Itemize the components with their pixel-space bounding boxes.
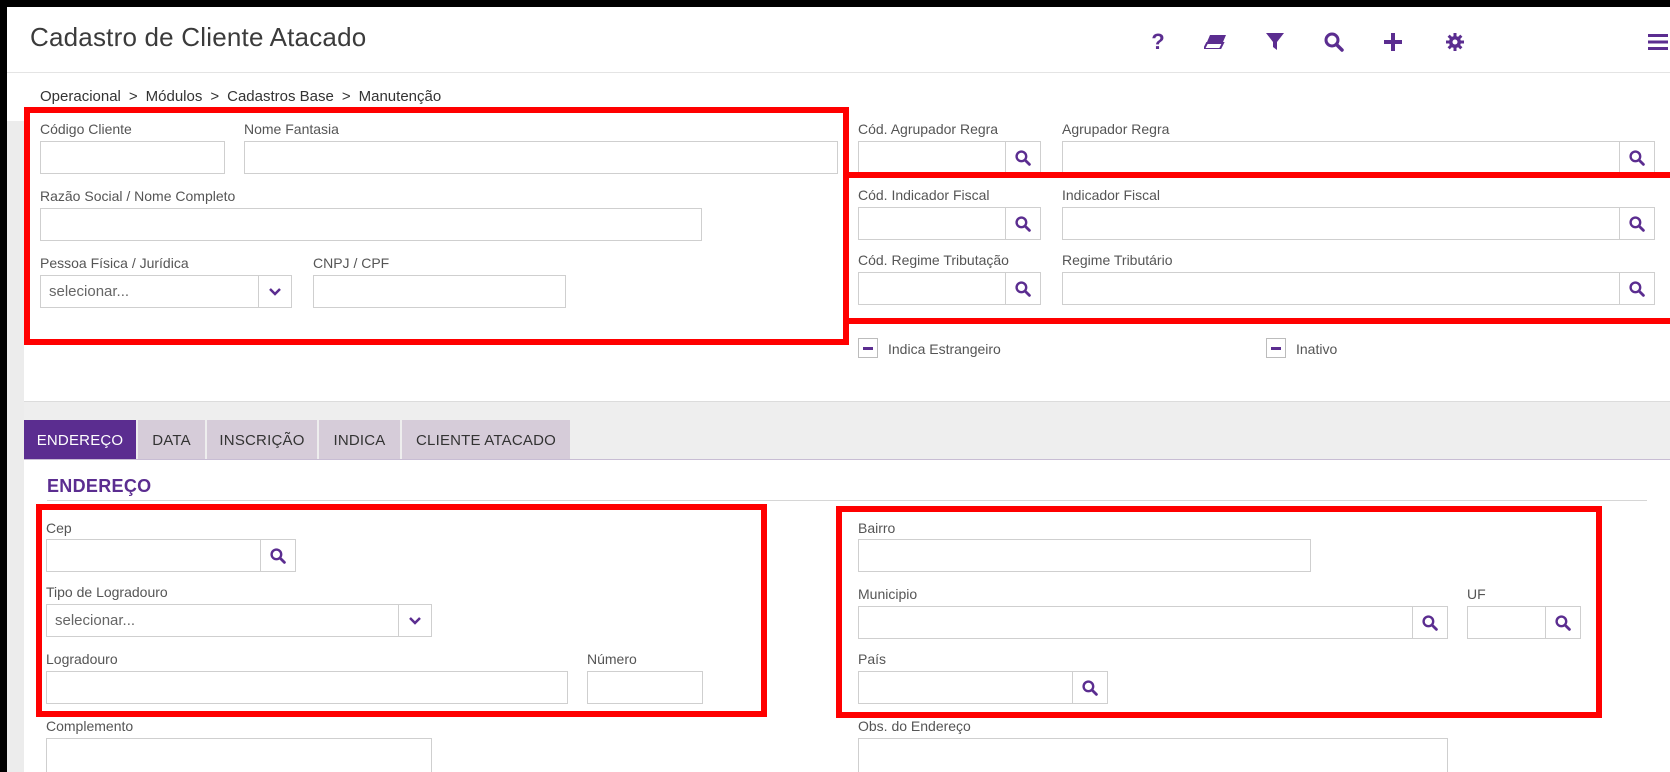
search-icon: [1015, 149, 1031, 166]
tab-indica[interactable]: INDICA: [319, 420, 400, 460]
highlight-line-top: [843, 172, 1670, 178]
cod-indicador-search-button[interactable]: [1005, 207, 1041, 240]
regime-search-button[interactable]: [1619, 272, 1655, 305]
highlight-box-cliente: [24, 107, 849, 345]
eraser-icon[interactable]: [1199, 26, 1231, 58]
highlight-box-endereco-right: [836, 506, 1602, 718]
highlight-box-endereco-left: [36, 504, 767, 717]
cod-indicador-input[interactable]: [858, 207, 1006, 240]
cod-agrupador-input[interactable]: [858, 141, 1006, 174]
minus-icon: [863, 346, 873, 350]
highlight-line-bottom: [843, 318, 1670, 324]
complemento-label: Complemento: [46, 718, 134, 734]
breadcrumb-separator: >: [210, 88, 220, 105]
menu-icon[interactable]: [1642, 26, 1670, 58]
window-top-border: [0, 0, 1670, 7]
breadcrumb-item-modulos[interactable]: Módulos: [146, 88, 203, 105]
regime-input[interactable]: [1062, 272, 1630, 305]
filter-icon[interactable]: [1259, 26, 1291, 58]
indicador-search-button[interactable]: [1619, 207, 1655, 240]
search-icon: [1629, 149, 1645, 166]
inativo-checkbox[interactable]: [1266, 338, 1286, 358]
breadcrumb-item-manutencao[interactable]: Manutenção: [359, 88, 442, 105]
plus-icon[interactable]: [1377, 26, 1409, 58]
minus-icon: [1271, 346, 1281, 350]
search-icon: [1015, 280, 1031, 297]
breadcrumb: Operacional > Módulos > Cadastros Base > Manut…: [40, 88, 441, 105]
window-left-border: [0, 0, 7, 772]
breadcrumb-item-cadastros-base[interactable]: Cadastros Base: [227, 88, 334, 105]
agrupador-label: Agrupador Regra: [1062, 121, 1170, 137]
cod-agrupador-label: Cód. Agrupador Regra: [858, 121, 999, 137]
breadcrumb-separator: >: [128, 88, 138, 105]
cod-agrupador-search-button[interactable]: [1005, 141, 1041, 174]
estrangeiro-checkbox[interactable]: [858, 338, 878, 358]
cod-regime-search-button[interactable]: [1005, 272, 1041, 305]
breadcrumb-separator: >: [341, 88, 351, 105]
search-icon[interactable]: [1318, 26, 1350, 58]
tab-endereco[interactable]: ENDEREÇO: [24, 420, 136, 460]
agrupador-search-button[interactable]: [1619, 141, 1655, 174]
inativo-label: Inativo: [1296, 341, 1338, 357]
section-title: ENDEREÇO: [47, 476, 152, 496]
gear-icon[interactable]: [1439, 26, 1471, 58]
obs-endereco-label: Obs. do Endereço: [858, 718, 971, 734]
estrangeiro-label: Indica Estrangeiro: [888, 341, 1001, 357]
search-icon: [1015, 215, 1031, 232]
breadcrumb-item-operacional[interactable]: Operacional: [40, 88, 121, 105]
search-icon: [1629, 215, 1645, 232]
agrupador-input[interactable]: [1062, 141, 1630, 174]
cod-regime-input[interactable]: [858, 272, 1006, 305]
highlight-line-left: [843, 107, 849, 324]
help-icon[interactable]: ?: [1142, 26, 1174, 58]
cod-indicador-label: Cód. Indicador Fiscal: [858, 187, 990, 203]
tab-inscricao[interactable]: INSCRIÇÃO: [207, 420, 317, 460]
complemento-input[interactable]: [46, 738, 432, 772]
cod-regime-label: Cód. Regime Tributação: [858, 252, 1009, 268]
search-icon: [1629, 280, 1645, 297]
tab-cliente-atacado[interactable]: CLIENTE ATACADO: [402, 420, 570, 460]
regime-label: Regime Tributário: [1062, 252, 1173, 268]
indicador-input[interactable]: [1062, 207, 1630, 240]
obs-endereco-input[interactable]: [858, 738, 1448, 772]
indicador-label: Indicador Fiscal: [1062, 187, 1161, 203]
page-title: Cadastro de Cliente Atacado: [30, 22, 367, 52]
section-divider: [47, 500, 1647, 501]
tab-data[interactable]: DATA: [138, 420, 205, 460]
